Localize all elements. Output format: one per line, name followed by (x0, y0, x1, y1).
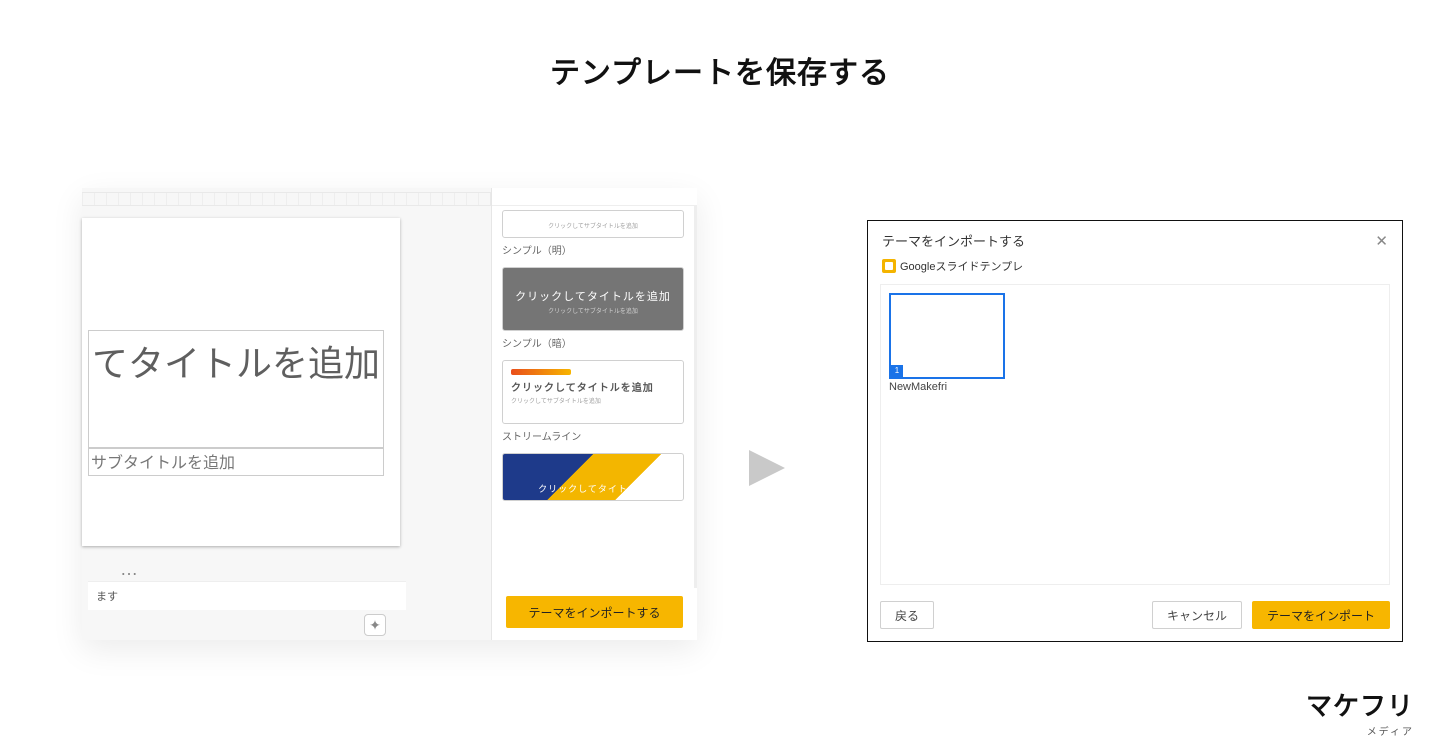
arrow-right-icon (737, 438, 797, 498)
ruler (82, 192, 491, 206)
cancel-button[interactable]: キャンセル (1152, 601, 1242, 629)
theme-sidebar: クリックしてサブタイトルを追加 シンプル（明） クリックしてタイトルを追加 クリ… (491, 188, 697, 640)
presentation-thumbnail[interactable]: NewMakefri (889, 293, 1005, 393)
theme-card-sub: クリックしてサブタイトルを追加 (503, 306, 683, 315)
breadcrumb-label: Googleスライドテンプレ (900, 258, 1023, 274)
slides-icon (882, 259, 896, 273)
brand-logo: マケフリ メディア (1306, 686, 1414, 738)
theme-card[interactable]: クリックしてタイトルを追加 クリックしてサブタイトルを追加 (502, 360, 684, 424)
import-button[interactable]: テーマをインポート (1252, 601, 1390, 629)
slide-canvas: てタイトルを追加 サブタイトルを追加 (82, 218, 400, 546)
theme-card[interactable]: クリックしてタイトルを (502, 453, 684, 501)
close-icon[interactable]: ✕ (1375, 232, 1388, 250)
before-screenshot: てタイトルを追加 サブタイトルを追加 … ます ✦ クリックしてサブタイトルを追… (82, 188, 697, 640)
theme-card-sub: クリックしてサブタイトルを追加 (511, 396, 683, 405)
theme-card-sub: クリックしてサブタイトルを追加 (503, 221, 683, 230)
brand-main: マケフリ (1306, 686, 1414, 723)
dialog-title: テーマをインポートする (882, 231, 1025, 250)
import-theme-button[interactable]: テーマをインポートする (506, 596, 683, 628)
slide-title-placeholder[interactable]: てタイトルを追加 (88, 330, 384, 448)
theme-caption: シンプル（明） (502, 242, 684, 257)
ellipsis-icon: … (120, 559, 140, 580)
theme-card-title: クリックしてタイトルを追加 (503, 288, 683, 304)
thumbnail-image (889, 293, 1005, 379)
theme-card-title: クリックしてタイトルを追加 (511, 379, 683, 394)
theme-card-title: クリックしてタイトルを (503, 482, 683, 495)
theme-caption: ストリームライン (502, 428, 684, 443)
breadcrumb[interactable]: Googleスライドテンプレ (868, 258, 1402, 280)
back-button[interactable]: 戻る (880, 601, 934, 629)
speaker-notes-snippet[interactable]: ます (88, 581, 406, 610)
theme-card[interactable]: クリックしてタイトルを追加 クリックしてサブタイトルを追加 (502, 267, 684, 331)
theme-card[interactable]: クリックしてサブタイトルを追加 (502, 210, 684, 238)
thumbnail-name: NewMakefri (889, 381, 1005, 393)
slide-subtitle-placeholder[interactable]: サブタイトルを追加 (88, 448, 384, 476)
theme-caption: シンプル（暗） (502, 335, 684, 350)
brand-sub: メディア (1306, 723, 1414, 738)
explore-button[interactable]: ✦ (364, 614, 386, 636)
import-theme-dialog: テーマをインポートする ✕ Googleスライドテンプレ NewMakefri … (867, 220, 1403, 642)
page-title: テンプレートを保存する (0, 48, 1440, 92)
